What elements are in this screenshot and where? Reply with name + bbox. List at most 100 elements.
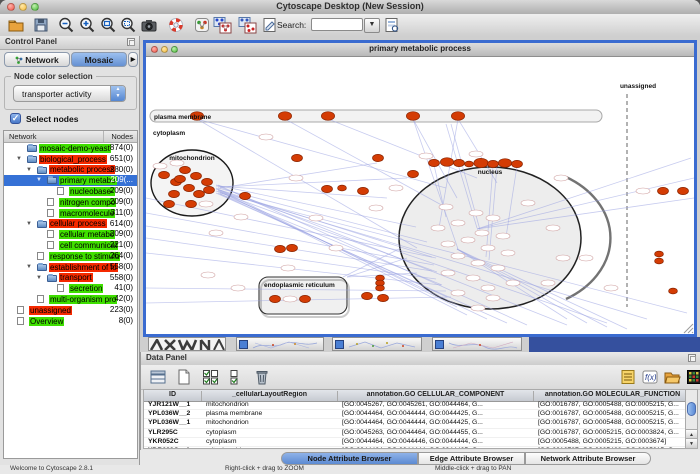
network-node-label[interactable] xyxy=(636,188,650,194)
network-node-label[interactable] xyxy=(481,245,495,251)
tree-row[interactable]: ▼cellular process614(0) xyxy=(4,219,137,230)
network-node[interactable] xyxy=(454,159,465,166)
network-node[interactable] xyxy=(240,192,251,199)
network-node-label[interactable] xyxy=(389,185,403,191)
destroy-network-icon[interactable] xyxy=(237,16,259,34)
tab-node-attribute-browser[interactable]: Node Attribute Browser xyxy=(281,452,418,465)
select-nodes-checkbox[interactable]: ✓ xyxy=(10,113,21,124)
network-node[interactable] xyxy=(287,244,298,251)
import-attributes-icon[interactable] xyxy=(663,368,681,386)
network-node-label[interactable] xyxy=(201,272,215,278)
network-node-label[interactable] xyxy=(199,201,213,207)
attribute-matrix-icon[interactable] xyxy=(685,368,700,386)
network-node-label[interactable] xyxy=(496,233,510,239)
network-node-label[interactable] xyxy=(506,280,520,286)
column-header[interactable]: annotation.GO MOLECULAR_FUNCTION xyxy=(534,391,692,401)
network-view-titlebar[interactable]: primary metabolic process xyxy=(146,43,694,57)
network-node-label[interactable] xyxy=(461,237,475,243)
scrollbar-thumb[interactable] xyxy=(687,402,696,416)
network-node-label[interactable] xyxy=(546,225,560,231)
snapshot-camera-icon[interactable] xyxy=(140,16,158,34)
tree-row[interactable]: Overview8(0) xyxy=(4,316,137,327)
vizmapper-icon[interactable] xyxy=(193,16,211,34)
network-node[interactable] xyxy=(498,159,511,168)
select-attributes-icon[interactable] xyxy=(201,368,219,386)
network-node[interactable] xyxy=(278,112,291,121)
zoom-out-icon[interactable] xyxy=(57,16,75,34)
disclosure-triangle-icon[interactable]: ▼ xyxy=(26,262,32,273)
network-node[interactable] xyxy=(184,184,195,191)
minimized-window-bar[interactable] xyxy=(236,337,324,351)
network-node-label[interactable] xyxy=(486,215,500,221)
network-node-label[interactable] xyxy=(441,241,455,247)
network-node[interactable] xyxy=(191,172,202,179)
network-node[interactable] xyxy=(474,158,488,167)
network-node-label[interactable] xyxy=(521,200,535,206)
network-node-label[interactable] xyxy=(329,245,343,251)
network-node[interactable] xyxy=(186,200,197,207)
search-dropdown-arrow[interactable]: ▼ xyxy=(364,18,380,33)
network-node-label[interactable] xyxy=(441,270,455,276)
network-node-label[interactable] xyxy=(471,260,485,266)
network-node[interactable] xyxy=(159,171,170,178)
resize-grip-icon[interactable] xyxy=(684,324,693,333)
disclosure-triangle-icon[interactable]: ▼ xyxy=(16,154,22,165)
network-node[interactable] xyxy=(175,175,186,182)
tree-row[interactable]: cell communicat221(0) xyxy=(4,240,137,251)
network-node-label[interactable] xyxy=(501,250,515,256)
network-node-label[interactable] xyxy=(451,253,465,259)
tree-row[interactable]: response to stimulu264(0) xyxy=(4,251,137,262)
tab-edge-attribute-browser[interactable]: Edge Attribute Browser xyxy=(418,452,525,465)
network-node-label[interactable] xyxy=(486,295,500,301)
network-node[interactable] xyxy=(429,159,440,166)
tree-row[interactable]: ▼establishment of lo558(0) xyxy=(4,262,137,273)
column-header[interactable]: ID xyxy=(144,391,202,401)
minimized-window-thumbnail[interactable] xyxy=(148,337,226,351)
network-node-label[interactable] xyxy=(466,275,480,281)
network-node-label[interactable] xyxy=(491,265,505,271)
tree-row[interactable]: multi-organism pro42(0) xyxy=(4,294,137,305)
network-node-label[interactable] xyxy=(579,255,593,261)
network-node[interactable] xyxy=(358,187,369,194)
tree-row[interactable]: ▼metabolic process280(0) xyxy=(4,165,137,176)
tree-row[interactable]: macromolecule311(0) xyxy=(4,208,137,219)
table-row[interactable]: YKR052Ccytoplasm[GO:0044464, GO:0044446,… xyxy=(144,438,685,447)
network-node-label[interactable] xyxy=(369,205,383,211)
network-node-label[interactable] xyxy=(556,255,570,261)
table-row[interactable]: YLR295Ccytoplasm[GO:0045263, GO:0044464,… xyxy=(144,429,685,438)
network-node[interactable] xyxy=(655,251,664,257)
network-node-label[interactable] xyxy=(259,134,273,140)
network-tree-header[interactable]: Network Nodes xyxy=(4,131,137,143)
network-node[interactable] xyxy=(362,292,373,299)
column-header[interactable]: _cellularLayoutRegion xyxy=(202,391,338,401)
disclosure-triangle-icon[interactable]: ▼ xyxy=(26,219,32,230)
minimized-window-bar[interactable] xyxy=(332,337,422,351)
delete-attribute-icon[interactable] xyxy=(253,368,271,386)
network-node[interactable] xyxy=(658,187,669,194)
network-node-label[interactable] xyxy=(309,215,323,221)
network-node[interactable] xyxy=(376,285,385,291)
unselect-attributes-icon[interactable] xyxy=(227,368,245,386)
network-node[interactable] xyxy=(669,288,678,294)
save-session-icon[interactable] xyxy=(32,16,50,34)
node-color-dropdown[interactable]: transporter activity ▲▼ xyxy=(13,85,126,102)
network-view-window[interactable]: primary metabolic process plasma me xyxy=(143,40,697,337)
network-node[interactable] xyxy=(465,161,474,167)
tab-network-attribute-browser[interactable]: Network Attribute Browser xyxy=(525,452,651,465)
tree-row[interactable]: nucleobase-209(0) xyxy=(4,186,137,197)
network-node-label[interactable] xyxy=(289,175,303,181)
network-node[interactable] xyxy=(322,185,333,192)
network-node-label[interactable] xyxy=(451,220,465,226)
network-node[interactable] xyxy=(194,190,205,197)
network-node-label[interactable] xyxy=(469,151,483,157)
network-node-label[interactable] xyxy=(431,225,445,231)
network-node-label[interactable] xyxy=(281,265,295,271)
function-builder-icon[interactable]: f(x) xyxy=(641,368,659,386)
tree-row[interactable]: secretion41(0) xyxy=(4,283,137,294)
network-node[interactable] xyxy=(451,112,464,121)
window-titlebar[interactable]: Cytoscape Desktop (New Session) xyxy=(0,0,700,15)
network-node[interactable] xyxy=(180,166,191,173)
table-row[interactable]: YPL036W__2plasma membrane[GO:0044464, GO… xyxy=(144,410,685,419)
search-input[interactable] xyxy=(311,18,363,31)
network-node-label[interactable] xyxy=(234,214,248,220)
